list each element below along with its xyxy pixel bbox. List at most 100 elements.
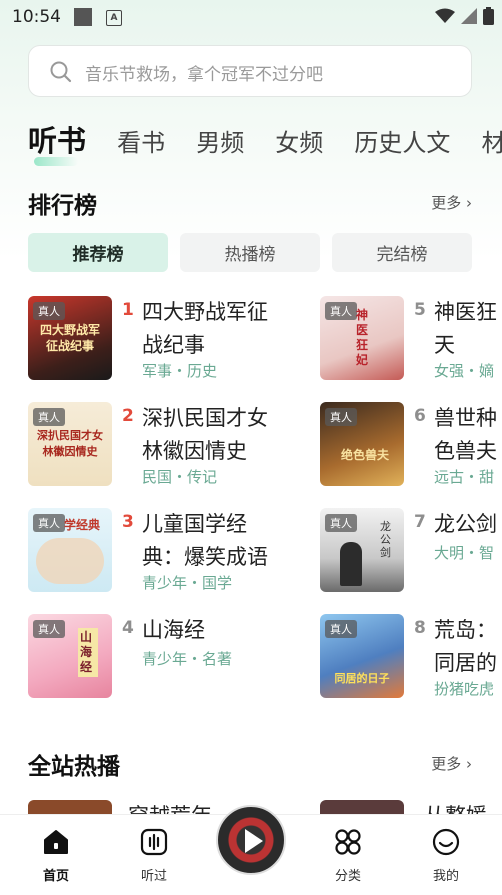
now-playing-disc[interactable]	[216, 805, 286, 875]
nav-category[interactable]: 分类	[308, 827, 388, 884]
ranking-item-5[interactable]: 真人 神医狂妃 5 神医狂天 女强・嫡	[320, 296, 502, 382]
book-tags: 军事・历史	[142, 362, 218, 380]
book-tags: 大明・智	[434, 544, 495, 562]
book-cover: 真人 神医狂妃	[320, 296, 404, 380]
book-title: 深扒民国才女林徽因情史	[142, 406, 268, 463]
battery-icon	[483, 7, 494, 25]
nav-label: 分类	[334, 869, 361, 884]
ranking-chips: 推荐榜 热播榜 完结榜	[28, 233, 472, 272]
ranking-item-3[interactable]: 真人 学经典 3 儿童国学经典：爆笑成语 青少年・国学	[28, 508, 298, 594]
search-icon	[50, 61, 72, 83]
real-person-badge: 真人	[33, 620, 65, 638]
real-person-badge: 真人	[33, 514, 65, 532]
hot-title: 全站热播	[28, 754, 120, 780]
search-bar[interactable]: 音乐节救场，拿个冠军不过分吧	[28, 45, 472, 97]
wifi-icon	[435, 8, 455, 23]
book-title: 儿童国学经典：爆笑成语	[142, 512, 268, 569]
book-tags: 远古・甜	[434, 468, 495, 486]
status-bar: 10:54 A	[0, 0, 502, 34]
book-tags: 女强・嫡	[434, 362, 495, 380]
cover-illustration	[340, 542, 362, 586]
history-icon	[140, 828, 168, 856]
nav-label: 我的	[432, 869, 459, 884]
status-time: 10:54	[12, 7, 61, 27]
book-title: 兽世种色兽夫	[434, 406, 497, 463]
rank-number: 3	[122, 512, 134, 532]
chip-hot[interactable]: 热播榜	[180, 233, 320, 272]
real-person-badge: 真人	[325, 620, 357, 638]
nav-profile[interactable]: 我的	[406, 827, 486, 884]
chip-recommended[interactable]: 推荐榜	[28, 233, 168, 272]
cover-text: 龙公剑	[380, 520, 391, 559]
real-person-badge: 真人	[325, 408, 357, 426]
nav-label: 听过	[140, 869, 167, 884]
ranking-item-7[interactable]: 真人 龙公剑 7 龙公剑 大明・智	[320, 508, 502, 594]
signal-icon	[461, 8, 477, 24]
cover-illustration	[36, 538, 104, 584]
home-icon	[44, 830, 68, 854]
book-title: 龙公剑	[434, 512, 497, 536]
category-icon	[335, 829, 361, 855]
book-tags: 扮猪吃虎	[434, 680, 495, 698]
nav-home[interactable]: 首页	[16, 827, 96, 884]
ranking-item-2[interactable]: 真人 深扒民国才女 林徽因情史 2 深扒民国才女林徽因情史 民国・传记	[28, 402, 298, 488]
cover-text: 同居的日子	[334, 672, 390, 685]
ranking-row: 真人 深扒民国才女 林徽因情史 2 深扒民国才女林徽因情史 民国・传记 真人 绝…	[0, 402, 502, 492]
tab-read[interactable]: 看书	[117, 123, 165, 158]
book-cover: 真人 深扒民国才女 林徽因情史	[28, 402, 112, 486]
book-title: 荒岛：同居的	[434, 618, 497, 675]
rank-number: 2	[122, 406, 134, 426]
book-cover: 真人 绝色兽夫	[320, 402, 404, 486]
tab-female[interactable]: 女频	[275, 123, 323, 158]
hot-more-link[interactable]: 更多 ›	[431, 753, 472, 774]
rank-number: 5	[414, 300, 426, 320]
ranking-item-8[interactable]: 真人 同居的日子 8 荒岛：同居的 扮猪吃虎	[320, 614, 502, 700]
status-icons	[435, 7, 494, 25]
real-person-badge: 真人	[33, 408, 65, 426]
book-tags: 民国・传记	[142, 468, 218, 486]
book-cover: 真人 四大野战军 征战纪事	[28, 296, 112, 380]
tab-male[interactable]: 男频	[196, 123, 244, 158]
cover-text: 神医狂妃	[356, 308, 369, 367]
cover-text: 山海经	[78, 628, 98, 677]
profile-icon	[432, 828, 460, 856]
ranking-item-6[interactable]: 真人 绝色兽夫 6 兽世种色兽夫 远古・甜	[320, 402, 502, 488]
rank-number: 6	[414, 406, 426, 426]
cover-text: 绝色兽夫	[340, 448, 389, 462]
rank-number: 8	[414, 618, 426, 638]
cover-text: 四大野战军 征战纪事	[39, 323, 100, 353]
tab-more[interactable]: 材	[481, 123, 502, 158]
ranking-row: 真人 四大野战军 征战纪事 1 四大野战军征战纪事 军事・历史 真人 神医狂妃 …	[0, 296, 502, 386]
real-person-badge: 真人	[33, 302, 65, 320]
ranking-row: 真人 学经典 3 儿童国学经典：爆笑成语 青少年・国学 真人 龙公剑 7 龙公剑…	[0, 508, 502, 598]
real-person-badge: 真人	[325, 514, 357, 532]
rank-number: 7	[414, 512, 426, 532]
ranking-row: 真人 山海经 4 山海经 青少年・名著 真人 同居的日子 8 荒岛：同居的 扮猪…	[0, 614, 502, 704]
rank-number: 4	[122, 618, 134, 638]
nav-label: 首页	[42, 869, 69, 884]
ranking-item-4[interactable]: 真人 山海经 4 山海经 青少年・名著	[28, 614, 298, 700]
book-title: 四大野战军征战纪事	[142, 300, 268, 357]
ranking-item-1[interactable]: 真人 四大野战军 征战纪事 1 四大野战军征战纪事 军事・历史	[28, 296, 298, 382]
ranking-more-link[interactable]: 更多 ›	[431, 192, 472, 213]
nav-history[interactable]: 听过	[114, 827, 194, 884]
notification-icon	[74, 8, 92, 26]
chip-finished[interactable]: 完结榜	[332, 233, 472, 272]
book-title: 山海经	[142, 618, 205, 642]
tab-listen[interactable]: 听书	[28, 118, 86, 166]
book-tags: 青少年・名著	[142, 650, 233, 668]
hot-more-label: 更多	[431, 755, 462, 773]
play-icon	[245, 829, 263, 853]
book-title: 神医狂天	[434, 300, 497, 357]
rank-number: 1	[122, 300, 134, 320]
book-cover: 真人 学经典	[28, 508, 112, 592]
ranking-title: 排行榜	[28, 193, 97, 219]
ranking-more-label: 更多	[431, 194, 462, 212]
book-tags: 青少年・国学	[142, 574, 233, 592]
search-placeholder: 音乐节救场，拿个冠军不过分吧	[85, 65, 323, 85]
cover-text: 学经典	[64, 518, 101, 532]
tab-history[interactable]: 历史人文	[354, 123, 450, 158]
book-cover: 真人 山海经	[28, 614, 112, 698]
category-tabs: 听书 看书 男频 女频 历史人文 材	[28, 118, 502, 166]
keyboard-icon: A	[106, 10, 122, 26]
